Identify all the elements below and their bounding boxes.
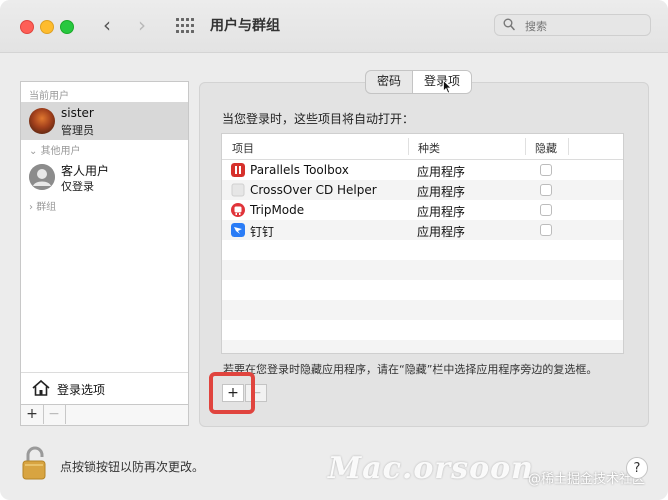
system-preferences-window: ‹ › 用户与群组 当前用户 sister 管理员 ⌄ 其他用户 (0, 0, 668, 500)
other-users-label: 其他用户 (40, 146, 81, 157)
groups-label: 群组 (36, 202, 57, 213)
add-user-button[interactable]: + (21, 405, 44, 424)
guest-role: 仅登录 (61, 180, 94, 193)
item-kind: 应用程序 (417, 185, 466, 199)
guest-name: 客人用户 (61, 164, 110, 178)
login-options-row[interactable]: 登录选项 (21, 372, 188, 405)
crossover-icon (231, 183, 245, 197)
table-header: 项目 种类 隐藏 (222, 134, 623, 160)
other-users-header[interactable]: ⌄ 其他用户 (29, 142, 81, 157)
table-row[interactable]: TripMode 应用程序 (222, 200, 623, 220)
hide-checkbox[interactable] (540, 204, 552, 216)
window-title: 用户与群组 (210, 18, 280, 34)
close-button[interactable] (20, 20, 34, 34)
item-name: TripMode (250, 203, 305, 217)
users-sidebar: 当前用户 sister 管理员 ⌄ 其他用户 客人用户 仅登录 › 群组 登录选… (20, 81, 189, 426)
forward-button[interactable]: › (138, 13, 146, 37)
user-avatar (29, 108, 55, 134)
empty-row (222, 280, 623, 300)
login-options-label: 登录选项 (57, 383, 106, 397)
current-users-header: 当前用户 (29, 91, 69, 102)
item-kind: 应用程序 (417, 225, 466, 239)
item-kind: 应用程序 (417, 205, 466, 219)
column-header-kind[interactable]: 种类 (418, 140, 440, 156)
mouse-cursor-icon (443, 80, 452, 94)
zoom-button[interactable] (60, 20, 74, 34)
titlebar: ‹ › 用户与群组 (0, 0, 668, 53)
search-icon (503, 18, 515, 31)
tab-password[interactable]: 密码 (366, 71, 412, 93)
empty-row (222, 320, 623, 340)
guest-avatar-icon (29, 164, 55, 190)
column-header-item[interactable]: 项目 (232, 140, 254, 156)
empty-row (222, 340, 623, 353)
column-header-hide[interactable]: 隐藏 (535, 140, 557, 156)
highlight-box (209, 372, 255, 414)
item-kind: 应用程序 (417, 165, 466, 179)
hide-hint-text: 若要在您登录时隐藏应用程序，请在“隐藏”栏中选择应用程序旁边的复选框。 (223, 363, 598, 376)
tab-bar: 密码 登录项 (365, 70, 473, 94)
empty-row (222, 260, 623, 280)
table-row[interactable]: Parallels Toolbox 应用程序 (222, 160, 623, 180)
remove-user-button[interactable]: − (43, 405, 66, 424)
empty-row (222, 300, 623, 320)
minimize-button[interactable] (40, 20, 54, 34)
lock-icon[interactable] (20, 445, 50, 481)
search-input[interactable] (523, 17, 647, 35)
item-name: CrossOver CD Helper (250, 183, 377, 197)
search-field[interactable] (494, 14, 651, 36)
back-button[interactable]: ‹ (103, 13, 111, 37)
tab-login-items[interactable]: 登录项 (412, 71, 472, 93)
hide-checkbox[interactable] (540, 164, 552, 176)
hide-checkbox[interactable] (540, 184, 552, 196)
lock-hint-text: 点按锁按钮以防再次更改。 (60, 460, 205, 474)
groups-header[interactable]: › 群组 (29, 198, 56, 213)
dingtalk-icon (231, 223, 245, 237)
user-row-current[interactable]: sister 管理员 (21, 102, 188, 140)
login-items-table: 项目 种类 隐藏 Parallels Toolbox 应用程序 CrossOve… (221, 133, 624, 354)
sidebar-bottom-bar: + − (21, 404, 188, 425)
table-row[interactable]: 钉钉 应用程序 (222, 220, 623, 240)
hide-checkbox[interactable] (540, 224, 552, 236)
empty-row (222, 240, 623, 260)
login-items-description: 当您登录时，这些项目将自动打开： (222, 112, 415, 126)
chevron-down-icon: ⌄ (29, 146, 41, 157)
user-name: sister (61, 106, 94, 120)
table-row[interactable]: CrossOver CD Helper 应用程序 (222, 180, 623, 200)
parallels-icon (231, 163, 245, 177)
item-name: 钉钉 (250, 225, 275, 239)
show-all-grid-icon[interactable] (176, 18, 196, 34)
tripmode-icon (231, 203, 245, 217)
help-button[interactable]: ? (626, 457, 648, 479)
user-row-guest[interactable]: 客人用户 仅登录 (21, 158, 188, 196)
item-name: Parallels Toolbox (250, 163, 349, 177)
house-icon (32, 379, 50, 396)
watermark-text: Mac.orsoon (328, 451, 534, 486)
user-role: 管理员 (61, 124, 94, 137)
